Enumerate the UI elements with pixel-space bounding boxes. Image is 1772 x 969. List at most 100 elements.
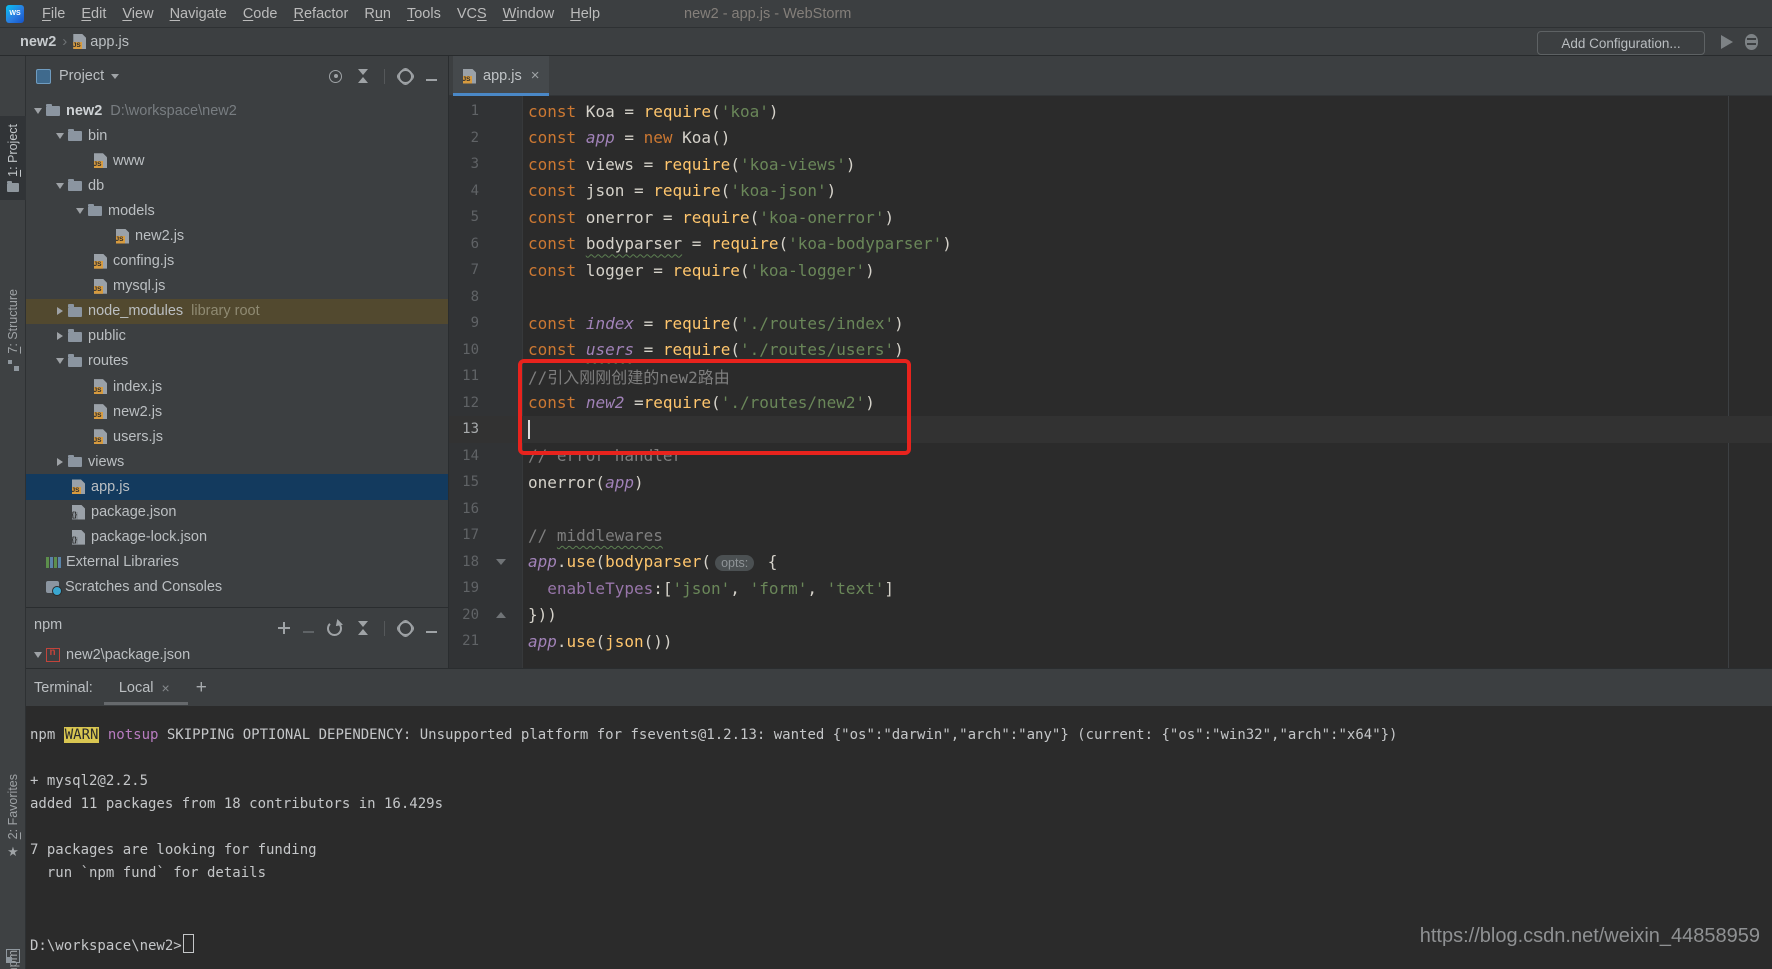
- tree-row-app-js[interactable]: JSapp.js: [26, 474, 448, 499]
- terminal-cursor[interactable]: [183, 934, 194, 953]
- chevron-expanded-icon[interactable]: [56, 358, 64, 364]
- menu-item-run[interactable]: Run: [356, 0, 399, 28]
- fold-marker-icon[interactable]: [496, 612, 506, 618]
- menu-item-file[interactable]: File: [34, 0, 73, 28]
- chevron-down-icon[interactable]: [111, 74, 119, 79]
- terminal-tab-local[interactable]: Local ×: [119, 680, 170, 696]
- menu-item-navigate[interactable]: Navigate: [162, 0, 235, 28]
- star-icon: ★: [7, 845, 19, 858]
- menu-item-tools[interactable]: Tools: [399, 0, 449, 28]
- code-line-8[interactable]: 8: [449, 284, 1772, 311]
- menu-item-code[interactable]: Code: [235, 0, 286, 28]
- tree-row-new2[interactable]: new2D:\workspace\new2: [26, 98, 448, 123]
- editor[interactable]: JS app.js × 1const Koa = require('koa')2…: [448, 56, 1772, 668]
- chevron-expanded-icon[interactable]: [34, 108, 42, 114]
- line-number: 3: [449, 156, 479, 172]
- tree-row-db[interactable]: db: [26, 173, 448, 198]
- menu-item-window[interactable]: Window: [495, 0, 563, 28]
- refresh-icon[interactable]: [327, 621, 342, 636]
- menu-item-edit[interactable]: Edit: [73, 0, 114, 28]
- tab-app-js[interactable]: JS app.js ×: [453, 56, 549, 96]
- hide-panel-icon[interactable]: [426, 631, 437, 633]
- locate-icon[interactable]: [329, 70, 342, 83]
- tab-label: app.js: [483, 68, 522, 84]
- menu-bar: WS FileEditViewNavigateCodeRefactorRunTo…: [0, 0, 1772, 28]
- chevron-expanded-icon[interactable]: [56, 183, 64, 189]
- chevron-expanded-icon[interactable]: [76, 208, 84, 214]
- close-icon[interactable]: ×: [162, 681, 170, 695]
- js-file-icon: JS: [94, 254, 107, 269]
- code-line-5[interactable]: 5const onerror = require('koa-onerror'): [449, 204, 1772, 231]
- tree-row-external-libraries[interactable]: External Libraries: [26, 550, 448, 575]
- tree-label: views: [88, 454, 124, 470]
- tree-row-public[interactable]: public: [26, 324, 448, 349]
- stripe-item-1-project[interactable]: 1: Project: [0, 116, 26, 200]
- tree-row-bin[interactable]: bin: [26, 123, 448, 148]
- tree-row-package-json[interactable]: {}package.json: [26, 500, 448, 525]
- tree-row-node-modules[interactable]: node_moduleslibrary root: [26, 299, 448, 324]
- add-configuration-button[interactable]: Add Configuration...: [1537, 31, 1705, 55]
- menu-item-refactor[interactable]: Refactor: [286, 0, 357, 28]
- code-area[interactable]: 1const Koa = require('koa')2const app = …: [449, 96, 1772, 668]
- add-icon[interactable]: [278, 622, 290, 634]
- code-line-1[interactable]: 1const Koa = require('koa'): [449, 98, 1772, 125]
- breadcrumb-project[interactable]: new2: [20, 34, 56, 50]
- code-line-18[interactable]: 18app.use(bodyparser(opts: {: [449, 549, 1772, 576]
- tree-row-confing-js[interactable]: JSconfing.js: [26, 249, 448, 274]
- menu-item-vcs[interactable]: VCS: [449, 0, 495, 28]
- gear-icon[interactable]: [398, 621, 413, 636]
- tree-row-models[interactable]: models: [26, 198, 448, 223]
- js-file-icon: JS: [116, 229, 129, 244]
- menu-item-view[interactable]: View: [114, 0, 161, 28]
- tree-row-www[interactable]: JSwww: [26, 148, 448, 173]
- tree-row-users-js[interactable]: JSusers.js: [26, 424, 448, 449]
- hide-panel-icon[interactable]: [426, 79, 437, 81]
- code-line-6[interactable]: 6const bodyparser = require('koa-bodypar…: [449, 231, 1772, 258]
- chevron-expanded-icon[interactable]: [56, 133, 64, 139]
- code-line-20[interactable]: 20})): [449, 602, 1772, 629]
- code-line-15[interactable]: 15onerror(app): [449, 469, 1772, 496]
- tree-row-views[interactable]: views: [26, 449, 448, 474]
- close-icon[interactable]: ×: [531, 69, 540, 83]
- js-file-icon: JS: [73, 34, 86, 49]
- folder-icon: [68, 332, 82, 342]
- code-line-3[interactable]: 3const views = require('koa-views'): [449, 151, 1772, 178]
- menu-item-help[interactable]: Help: [562, 0, 608, 28]
- code-line-16[interactable]: 16: [449, 496, 1772, 523]
- remove-icon[interactable]: [303, 631, 314, 633]
- terminal-line-4: added 11 packages from 18 contributors i…: [30, 796, 1772, 819]
- tool-windows-icon[interactable]: [6, 949, 20, 963]
- project-title[interactable]: Project: [59, 68, 104, 84]
- chevron-collapsed-icon[interactable]: [57, 332, 63, 340]
- code-line-21[interactable]: 21app.use(json()): [449, 628, 1772, 655]
- tree-row-new2-js[interactable]: JSnew2.js: [26, 223, 448, 248]
- code-line-9[interactable]: 9const index = require('./routes/index'): [449, 310, 1772, 337]
- code-line-17[interactable]: 17// middlewares: [449, 522, 1772, 549]
- chevron-down-icon[interactable]: [34, 652, 42, 658]
- fold-marker-icon[interactable]: [496, 559, 506, 565]
- new-terminal-icon[interactable]: +: [196, 678, 207, 697]
- line-number: 15: [449, 474, 479, 490]
- code-line-2[interactable]: 2const app = new Koa(): [449, 125, 1772, 152]
- collapse-all-icon[interactable]: [355, 620, 371, 636]
- chevron-collapsed-icon[interactable]: [57, 307, 63, 315]
- tree-row-routes[interactable]: routes: [26, 349, 448, 374]
- stripe-item-7-structure[interactable]: 7: Structure: [0, 281, 26, 379]
- run-icon[interactable]: [1721, 35, 1733, 49]
- stripe-item-2-favorites[interactable]: 2: Favorites★: [0, 768, 26, 858]
- chevron-collapsed-icon[interactable]: [57, 458, 63, 466]
- terminal-tool-window[interactable]: Terminal: Local × + npm WARN notsup SKIP…: [26, 668, 1772, 969]
- debug-icon[interactable]: [1745, 34, 1758, 50]
- tree-row-new2-js[interactable]: JSnew2.js: [26, 399, 448, 424]
- gear-icon[interactable]: [398, 69, 413, 84]
- code-line-7[interactable]: 7const logger = require('koa-logger'): [449, 257, 1772, 284]
- code-line-4[interactable]: 4const json = require('koa-json'): [449, 178, 1772, 205]
- tree-row-package-lock-json[interactable]: {}package-lock.json: [26, 525, 448, 550]
- collapse-all-icon[interactable]: [355, 68, 371, 84]
- folder-icon: [68, 181, 82, 191]
- code-line-19[interactable]: 19 enableTypes:['json', 'form', 'text']: [449, 575, 1772, 602]
- tree-row-index-js[interactable]: JSindex.js: [26, 374, 448, 399]
- tree-row-mysql-js[interactable]: JSmysql.js: [26, 274, 448, 299]
- breadcrumb-file[interactable]: app.js: [90, 34, 129, 50]
- tree-row-scratches-and-consoles[interactable]: Scratches and Consoles: [26, 575, 448, 600]
